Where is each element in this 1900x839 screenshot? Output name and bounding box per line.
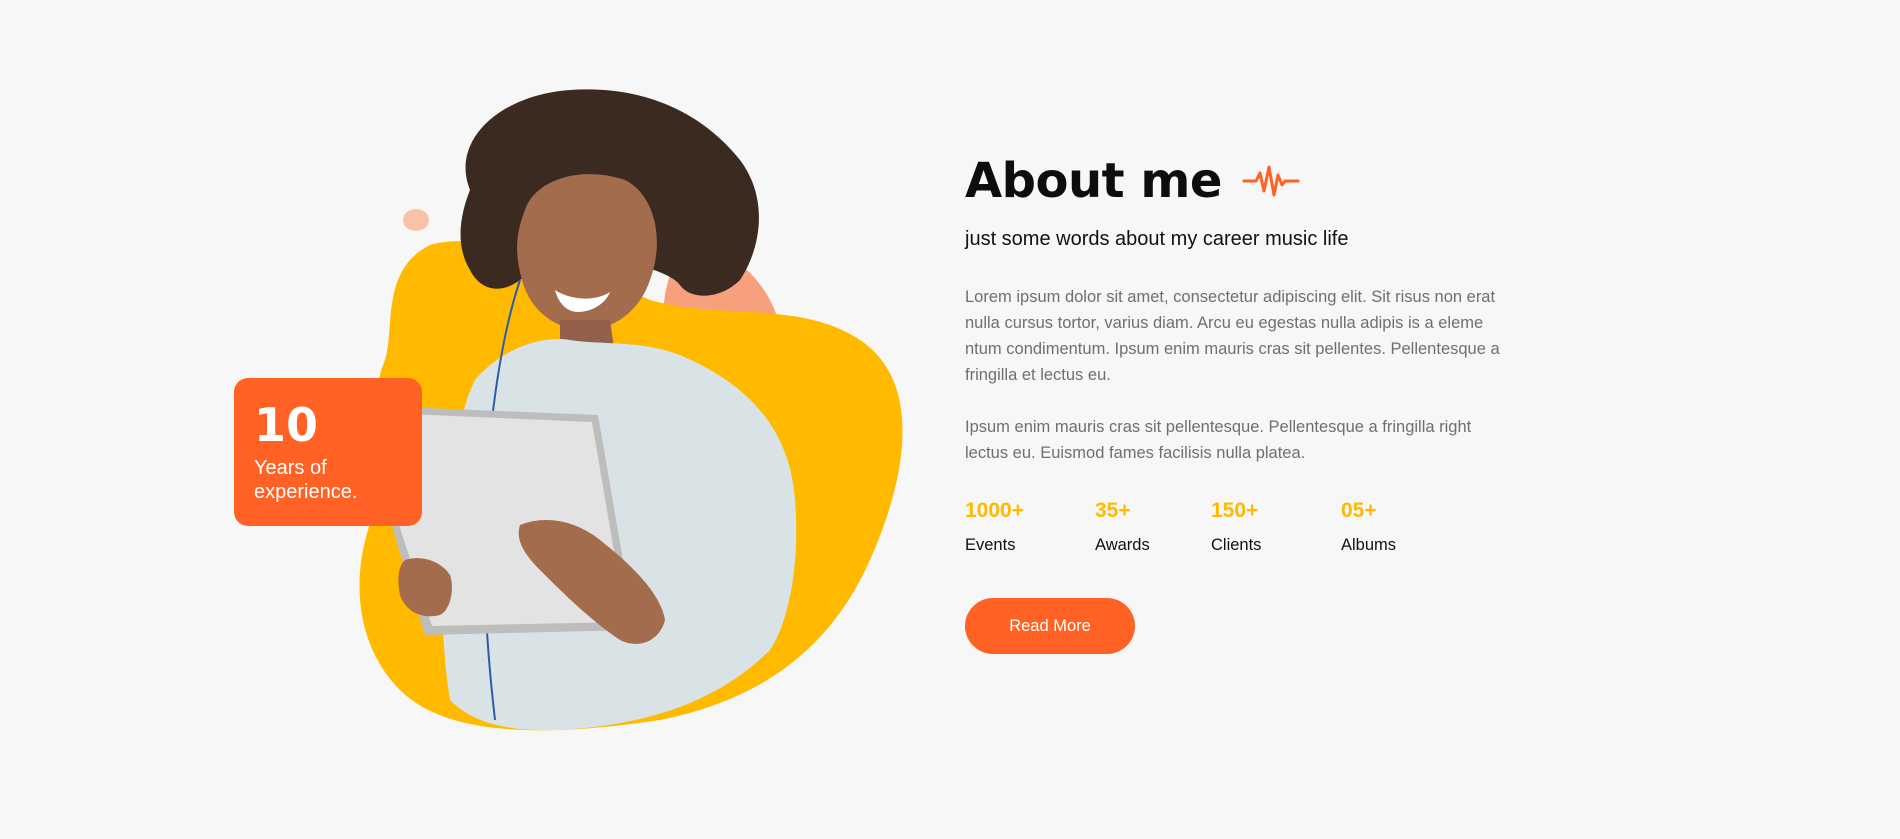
about-paragraph-2: Ipsum enim mauris cras sit pellentesque.… <box>965 418 1472 462</box>
stat-albums: 05+ Albums <box>1341 498 1441 556</box>
stat-value: 05+ <box>1341 499 1377 522</box>
experience-number: 10 <box>254 398 319 452</box>
stat-label: Albums <box>1341 536 1397 554</box>
about-paragraph-1: Lorem ipsum dolor sit amet, consectetur … <box>965 288 1500 384</box>
hero-visual: 10 Years of experience. <box>0 0 920 839</box>
pulse-wave-icon <box>1242 165 1300 197</box>
stats-row: 1000+ Events 35+ Awards 150+ Clients 05+… <box>965 498 1505 556</box>
stat-value: 1000+ <box>965 499 1024 522</box>
stat-events: 1000+ Events <box>965 498 1095 556</box>
stat-value: 150+ <box>1211 499 1259 522</box>
stat-label: Clients <box>1211 536 1262 554</box>
about-content: About me just some words about my career… <box>965 150 1505 654</box>
stat-label: Events <box>965 536 1016 554</box>
decor-dot <box>403 209 429 231</box>
experience-text: Years of experience. <box>254 457 358 503</box>
stat-clients: 150+ Clients <box>1211 498 1341 556</box>
read-more-button[interactable]: Read More <box>965 598 1135 654</box>
hero-illustration <box>355 89 903 731</box>
section-title: About me <box>965 153 1222 209</box>
stat-value: 35+ <box>1095 499 1131 522</box>
stat-label: Awards <box>1095 536 1150 554</box>
title-row: About me <box>965 150 1505 212</box>
about-section: 10 Years of experience. About me just so… <box>0 0 1900 839</box>
experience-badge: 10 Years of experience. <box>234 378 422 526</box>
stat-awards: 35+ Awards <box>1095 498 1211 556</box>
section-subtitle: just some words about my career music li… <box>965 228 1349 250</box>
